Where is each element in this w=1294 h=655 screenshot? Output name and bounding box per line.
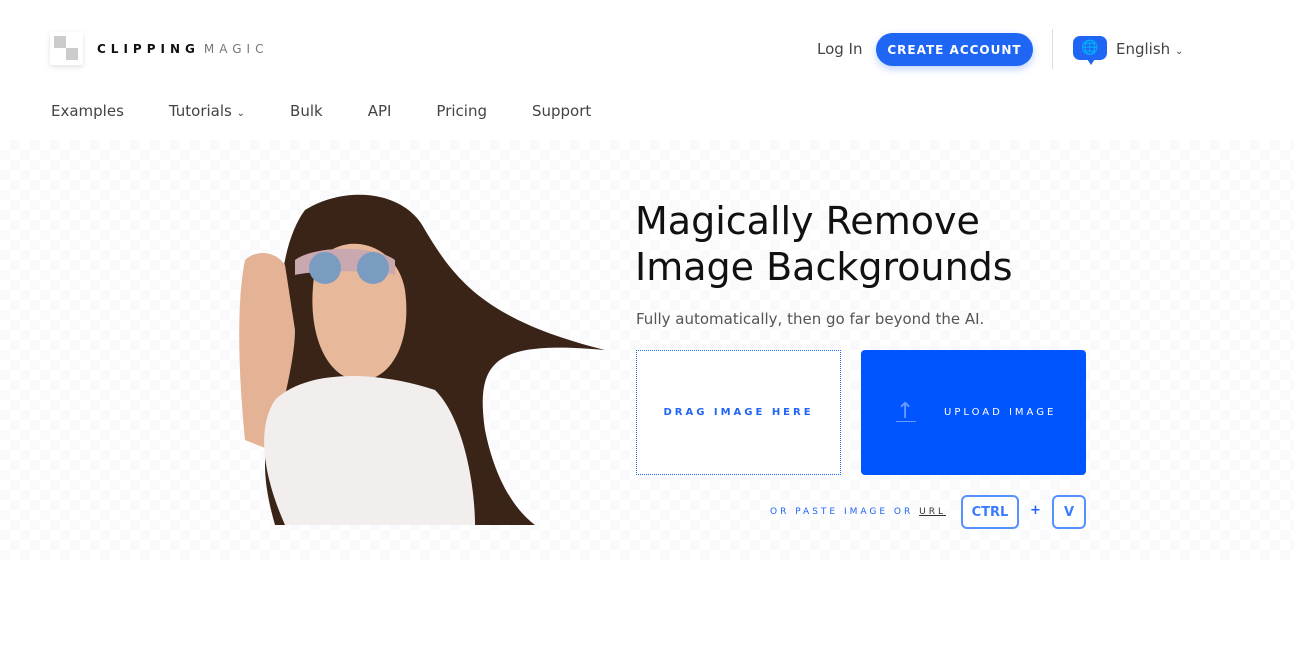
paste-hint: OR PASTE IMAGE OR URL [770,507,946,517]
v-key: V [1052,495,1086,529]
drag-drop-zone[interactable]: DRAG IMAGE HERE [636,350,841,475]
nav-tutorials-label: Tutorials [168,102,232,120]
globe-icon[interactable]: 🌐 [1073,36,1107,65]
plus-sign: + [1030,503,1041,518]
main-nav: Examples Tutorials ⌄ Bulk API Pricing Su… [51,102,636,120]
hero-photo [239,194,605,525]
page-title: Magically Remove Image Backgrounds [635,198,1055,290]
login-link[interactable]: Log In [817,40,863,58]
logo-icon [50,32,83,65]
paste-text: OR PASTE IMAGE OR [770,507,914,517]
divider [1052,29,1053,69]
title-line-1: Magically Remove [635,199,980,243]
nav-examples[interactable]: Examples [51,102,124,120]
title-line-2: Image Backgrounds [635,245,1013,289]
chevron-down-icon: ⌄ [1174,46,1184,57]
upload-image-button[interactable]: ↑ UPLOAD IMAGE [861,350,1086,475]
logo[interactable]: CLIPPING MAGIC [50,32,268,65]
language-select[interactable]: English ⌄ [1116,40,1183,58]
url-link[interactable]: URL [919,507,946,517]
nav-bulk[interactable]: Bulk [290,102,323,120]
brand-name-light: MAGIC [203,41,269,56]
create-account-button[interactable]: CREATE ACCOUNT [876,33,1033,66]
nav-support[interactable]: Support [532,102,591,120]
upload-label: UPLOAD IMAGE [944,407,1057,418]
chevron-down-icon: ⌄ [236,108,246,119]
nav-pricing[interactable]: Pricing [436,102,487,120]
nav-tutorials[interactable]: Tutorials ⌄ [169,102,245,120]
ctrl-key: CTRL [961,495,1019,529]
upload-arrow-icon: ↑ [896,399,918,424]
nav-api[interactable]: API [368,102,392,120]
subtitle: Fully automatically, then go far beyond … [636,310,985,328]
language-label: English [1116,40,1171,58]
brand-name: CLIPPING [97,41,200,56]
